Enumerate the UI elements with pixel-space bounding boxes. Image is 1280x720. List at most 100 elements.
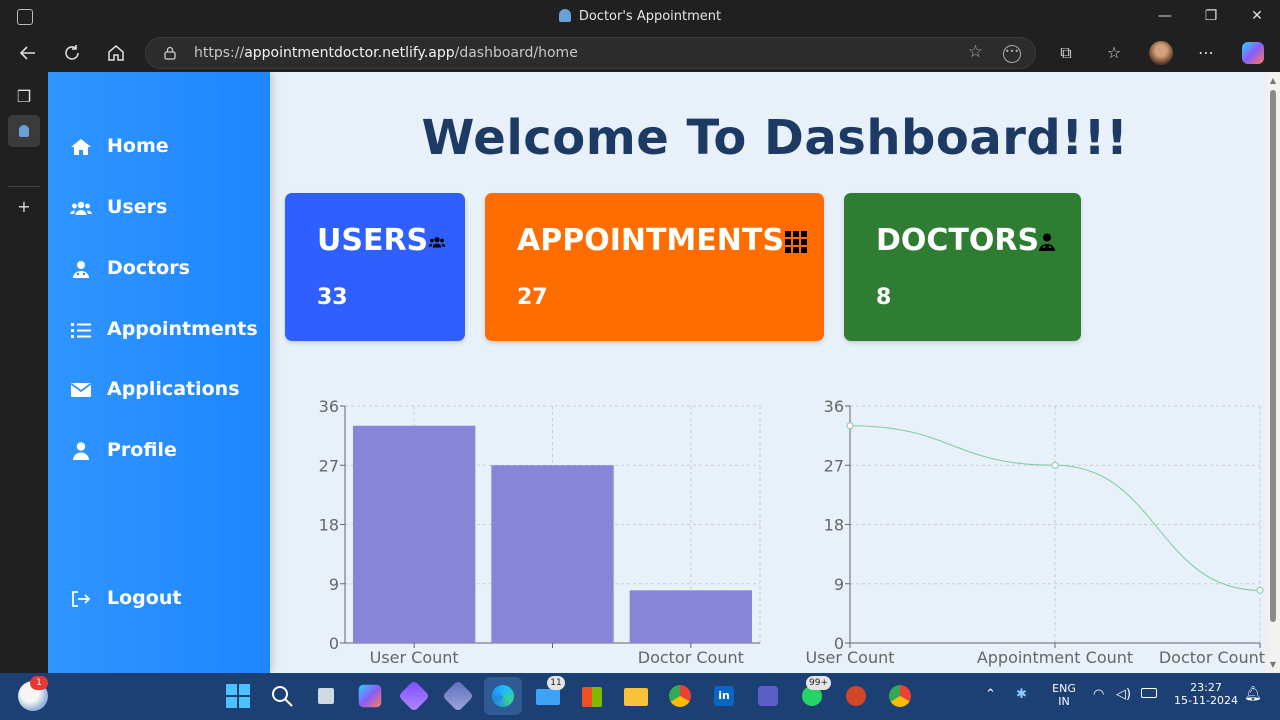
lock-icon — [164, 46, 176, 60]
sidebar-item-doctors[interactable]: Doctors — [48, 249, 270, 289]
users-card: USERS 33 — [285, 193, 465, 341]
volume-icon[interactable]: ◁) — [1116, 687, 1131, 702]
y-tick-label: 36 — [824, 397, 844, 416]
tab-divider — [8, 186, 40, 187]
logout-label: Logout — [107, 587, 182, 609]
y-tick-label: 27 — [319, 456, 339, 475]
clock[interactable]: 23:27 15-11-2024 — [1168, 681, 1244, 707]
scroll-down-icon[interactable]: ▼ — [1268, 660, 1278, 669]
back-arrow-icon — [19, 46, 35, 60]
back-button[interactable] — [12, 38, 44, 68]
close-button[interactable]: ✕ — [1234, 0, 1280, 34]
card-value: 33 — [317, 285, 348, 310]
favicon-icon — [19, 125, 29, 137]
lang-text: ENG — [1052, 682, 1076, 695]
window-title: Doctor's Appointment — [0, 9, 1280, 24]
clock-time: 23:27 — [1190, 681, 1222, 694]
card-title-text: USERS — [317, 223, 429, 258]
language-indicator[interactable]: ENG IN — [1048, 682, 1080, 708]
bar — [629, 590, 752, 643]
sidebar-item-label: Applications — [107, 378, 240, 400]
user-icon — [73, 442, 89, 460]
y-tick-label: 18 — [319, 516, 339, 535]
bar-chart: 0 9 18 27 36 User Count Doctor Count — [319, 397, 761, 667]
page-viewport: Home Users Doctors Appointments Applicat… — [48, 72, 1280, 673]
search-button[interactable] — [267, 681, 297, 711]
envelope-icon — [71, 383, 91, 397]
more-menu-icon[interactable]: ⋯ — [1193, 40, 1219, 66]
bar — [353, 425, 476, 643]
home-button[interactable] — [100, 38, 132, 68]
sidebar: Home Users Doctors Appointments Applicat… — [48, 72, 270, 673]
battery-icon[interactable] — [1141, 688, 1157, 698]
extensions-icon[interactable]: ⧉ — [1053, 40, 1079, 66]
card-title: APPOINTMENTS — [517, 223, 808, 258]
linkedin-icon[interactable]: in — [709, 681, 739, 711]
notification-bell-icon[interactable]: 🔔︎ — [1244, 686, 1262, 702]
store-icon[interactable] — [577, 681, 607, 711]
tab-actions-icon[interactable]: ❒ — [8, 81, 40, 113]
y-tick-label: 0 — [329, 634, 339, 653]
url-host: appointmentdoctor.netlify.app — [244, 45, 455, 61]
wifi-icon[interactable]: ◠ — [1093, 687, 1104, 702]
users-icon — [70, 201, 92, 215]
chrome-profile-icon[interactable] — [885, 681, 915, 711]
sidebar-item-label: Users — [107, 196, 168, 218]
powerpoint-icon[interactable] — [841, 681, 871, 711]
x-tick-label: User Count — [370, 648, 459, 667]
browser-toolbar: https://appointmentdoctor.netlify.app/da… — [0, 34, 1280, 72]
file-explorer-icon[interactable] — [621, 681, 651, 711]
sidebar-item-appointments[interactable]: Appointments — [48, 310, 270, 350]
sidebar-item-home[interactable]: Home — [48, 127, 270, 167]
bluetooth-icon[interactable]: ✱ — [1016, 687, 1027, 702]
bar — [491, 465, 614, 643]
url-path: /dashboard/home — [454, 45, 578, 61]
task-view-icon[interactable] — [311, 681, 341, 711]
logout-button[interactable]: Logout — [48, 579, 270, 619]
grid-icon — [784, 230, 807, 253]
scroll-up-icon[interactable]: ▲ — [1268, 76, 1278, 85]
start-button[interactable] — [223, 681, 253, 711]
windows-icon — [226, 684, 250, 708]
edge-icon — [492, 685, 514, 707]
restore-button[interactable]: ❐ — [1188, 0, 1234, 34]
sidebar-item-label: Profile — [107, 439, 177, 461]
tab-doctors-appointment[interactable] — [8, 115, 40, 147]
sidebar-item-applications[interactable]: Applications — [48, 370, 270, 410]
sidebar-item-users[interactable]: Users — [48, 188, 270, 228]
vertical-tabs: ❒ + — [0, 72, 48, 673]
x-tick-label: Doctor Count — [638, 648, 744, 667]
refresh-button[interactable] — [56, 38, 88, 68]
page-scrollbar[interactable]: ▲ ▼ — [1266, 72, 1280, 673]
scrollbar-thumb[interactable] — [1270, 90, 1276, 622]
whatsapp-badge: 99+ — [806, 676, 831, 690]
appointments-card: APPOINTMENTS 27 — [485, 193, 824, 341]
card-value: 27 — [517, 285, 548, 310]
region-text: IN — [1058, 695, 1070, 708]
doctor-icon — [1039, 233, 1056, 251]
teams-icon[interactable] — [753, 681, 783, 711]
app-icon[interactable] — [398, 680, 430, 712]
sidebar-item-profile[interactable]: Profile — [48, 431, 270, 471]
x-tick-label: Doctor Count — [1159, 648, 1265, 667]
copilot-icon[interactable] — [1242, 42, 1264, 64]
doctors-card: DOCTORS 8 — [844, 193, 1081, 341]
favorite-star-icon[interactable]: ☆ — [968, 42, 983, 62]
card-title-text: DOCTORS — [876, 223, 1040, 258]
home-icon — [71, 139, 91, 155]
clock-date: 15-11-2024 — [1174, 694, 1238, 707]
profile-avatar[interactable] — [1149, 41, 1173, 65]
tray-chevron-icon[interactable]: ⌃ — [985, 687, 996, 702]
minimize-button[interactable]: — — [1142, 0, 1188, 34]
edge-taskbar-button[interactable] — [484, 677, 522, 715]
refresh-icon — [65, 45, 79, 60]
address-bar[interactable]: https://appointmentdoctor.netlify.app/da… — [145, 37, 1036, 69]
app-icon[interactable] — [442, 680, 474, 712]
favorites-icon[interactable]: ☆ — [1101, 40, 1127, 66]
copilot-app-icon[interactable] — [358, 684, 382, 708]
new-tab-icon[interactable]: + — [8, 191, 40, 223]
page-actions-icon[interactable]: ••• — [1003, 45, 1021, 63]
chrome-icon[interactable] — [665, 681, 695, 711]
data-point — [1256, 586, 1264, 594]
favicon-icon — [558, 9, 571, 22]
